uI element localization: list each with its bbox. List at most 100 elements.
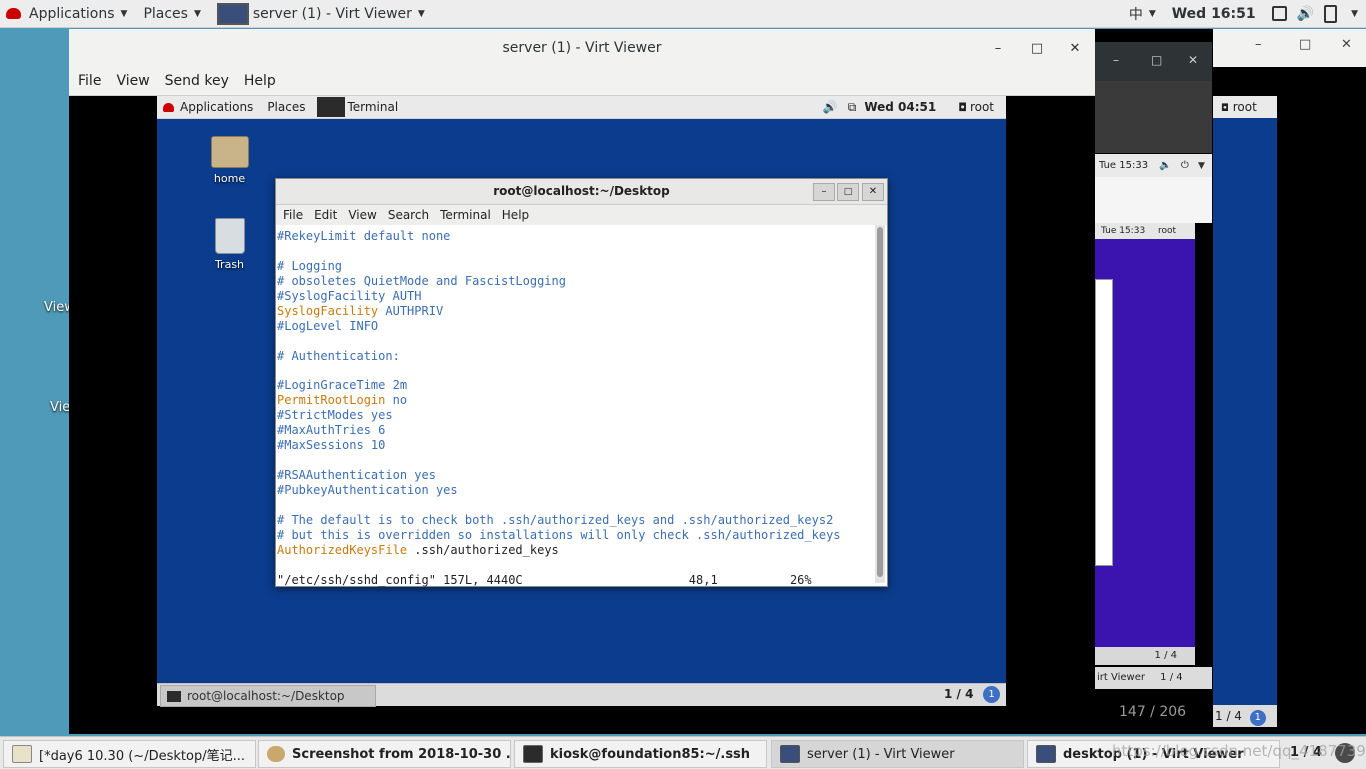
terminal-text-segment: # obsoletes QuietMode and FascistLogging xyxy=(277,273,566,288)
chevron-down-icon: ▼ xyxy=(1148,8,1156,19)
nested-taskbar: irt Viewer 1 / 4 xyxy=(1095,667,1212,689)
guest-workspace-badge[interactable]: 1 xyxy=(983,686,1000,703)
guest-task-label: root@localhost:~/Desktop xyxy=(187,689,345,703)
background-window[interactable]: – □ ✕ – □ ✕ ◘ root Tue 15:33 🔈 ⏻ ▼ Tue 1… xyxy=(1095,29,1366,734)
maximize-icon[interactable]: □ xyxy=(1299,37,1311,52)
terminal-line: # but this is overridden so installation… xyxy=(276,528,874,543)
taskbar-item-notes[interactable]: [*day6 10.30 (~/Desktop/笔记... xyxy=(3,740,256,768)
maximize-icon[interactable]: □ xyxy=(1151,53,1162,67)
maximize-icon[interactable]: □ xyxy=(837,183,859,201)
host-top-bar: Applications ▼ Places ▼ server (1) - Vir… xyxy=(0,0,1366,28)
workspace-badge[interactable]: 1 xyxy=(1249,710,1266,726)
taskbar-item-label: [*day6 10.30 (~/Desktop/笔记... xyxy=(39,748,245,764)
taskbar-item-server-viewer[interactable]: server (1) - Virt Viewer xyxy=(771,740,1024,768)
terminal-menu-search[interactable]: Search xyxy=(388,208,429,222)
guest-places-menu[interactable]: Places xyxy=(267,100,305,114)
terminal-line: # The default is to check both .ssh/auth… xyxy=(276,513,874,528)
menu-file[interactable]: File xyxy=(78,73,101,89)
counter-label: 147 / 206 xyxy=(1119,704,1187,720)
minimize-icon[interactable]: – xyxy=(813,183,835,201)
nested-task-label: irt Viewer xyxy=(1097,672,1145,683)
user-icon: ◘ xyxy=(958,100,967,114)
terminal-line: #LogLevel INFO xyxy=(276,319,874,334)
desktop-icon-label: home xyxy=(213,172,246,185)
battery-icon xyxy=(1324,4,1338,23)
guest-bottom-bar: root@localhost:~/Desktop 1 / 4 1 xyxy=(157,683,1006,707)
window-title: server (1) - Virt Viewer xyxy=(502,40,662,56)
image-viewer-icon xyxy=(267,746,285,762)
terminal-task[interactable]: Terminal xyxy=(317,97,398,117)
guest-user-menu[interactable]: root xyxy=(970,100,994,114)
terminal-text-segment: # The default is to check both .ssh/auth… xyxy=(277,512,834,527)
guest-task-terminal[interactable]: root@localhost:~/Desktop xyxy=(160,685,376,707)
monitor-icon xyxy=(1036,745,1056,763)
terminal-scrollbar[interactable] xyxy=(875,225,885,583)
desktop-icon-home[interactable]: home xyxy=(202,136,257,185)
active-window-label: server (1) - Virt Viewer xyxy=(252,5,412,22)
volume-icon: 🔈 xyxy=(1159,160,1172,171)
terminal-menu-file[interactable]: File xyxy=(283,208,303,222)
input-method-menu[interactable]: 中 ▼ xyxy=(1129,4,1156,24)
terminal-text-segment: #RekeyLimit default none xyxy=(277,229,451,243)
terminal-line: #SyslogFacility AUTH xyxy=(276,289,874,304)
terminal-text-segment: #LoginGraceTime 2m xyxy=(277,378,408,393)
terminal-text-segment: #PubkeyAuthentication yes xyxy=(277,482,458,497)
terminal-content[interactable]: #RekeyLimit default none # Logging # obsol… xyxy=(276,225,874,590)
host-clock[interactable]: Wed 16:51 xyxy=(1172,6,1256,22)
volume-icon[interactable]: 🔊 xyxy=(823,100,838,114)
menu-view[interactable]: View xyxy=(116,73,149,89)
user-label: root xyxy=(1232,100,1257,114)
terminal-icon xyxy=(317,97,346,117)
terminal-titlebar: root@localhost:~/Desktop xyxy=(276,179,887,205)
maximize-icon[interactable]: □ xyxy=(1026,37,1048,59)
guest-screen[interactable]: Applications Places Terminal 🔊 ⧉ Wed 04:… xyxy=(157,96,1006,707)
watermark: https://blog.csdn.net/qq_41877390 xyxy=(1112,742,1366,760)
guest-clock[interactable]: Wed 04:51 xyxy=(864,100,936,114)
host-applications-menu[interactable]: Applications ▼ xyxy=(6,6,127,22)
terminal-line: #RekeyLimit default none xyxy=(276,229,874,244)
terminal-text-segment: "/etc/ssh/sshd_config" 157L, 4440C 48,1 … xyxy=(277,572,812,587)
nested-topbar: Tue 15:33 🔈 ⏻ ▼ xyxy=(1095,154,1212,177)
guest-applications-menu[interactable]: Applications xyxy=(180,100,253,114)
minimize-icon[interactable]: – xyxy=(1255,37,1262,52)
close-icon[interactable]: ✕ xyxy=(1188,53,1198,67)
terminal-title: root@localhost:~/Desktop xyxy=(493,184,670,198)
terminal-window[interactable]: root@localhost:~/Desktop – □ ✕ File Edit… xyxy=(275,178,888,587)
applications-label: Applications xyxy=(29,5,115,22)
terminal-line: #MaxAuthTries 6 xyxy=(276,423,874,438)
taskbar-item-label: server (1) - Virt Viewer xyxy=(807,746,955,762)
desktop-icon-trash[interactable]: Trash xyxy=(202,218,257,271)
taskbar-item-screenshot[interactable]: Screenshot from 2018-10-30 ... xyxy=(258,740,511,768)
guest-workspace-label[interactable]: 1 / 4 xyxy=(944,687,973,701)
close-icon[interactable]: ✕ xyxy=(1341,37,1352,52)
minimize-icon[interactable]: – xyxy=(1113,53,1119,67)
terminal-line: SyslogFacility AUTHPRIV xyxy=(276,304,874,319)
chevron-down-icon: ▼ xyxy=(1351,8,1358,19)
terminal-menu-terminal[interactable]: Terminal xyxy=(440,208,491,222)
window-titlebar: server (1) - Virt Viewer – □ ✕ xyxy=(69,29,1095,68)
trash-icon xyxy=(214,218,245,254)
host-places-menu[interactable]: Places ▼ xyxy=(143,6,200,22)
host-active-window-menu[interactable]: server (1) - Virt Viewer ▼ xyxy=(216,2,425,25)
minimize-icon[interactable]: – xyxy=(987,37,1009,59)
terminal-menu-help[interactable]: Help xyxy=(502,208,529,222)
terminal-text-segment: SyslogFacility xyxy=(277,303,386,318)
taskbar-item-terminal[interactable]: kiosk@foundation85:~/.ssh xyxy=(514,740,767,768)
terminal-text-segment: #MaxSessions 10 xyxy=(277,438,386,453)
network-icon[interactable]: ⧉ xyxy=(848,100,857,115)
terminal-text-segment: #StrictModes yes xyxy=(277,408,393,423)
scrollbar-thumb[interactable] xyxy=(877,227,883,577)
menu-send-key[interactable]: Send key xyxy=(165,73,229,89)
terminal-menu-view[interactable]: View xyxy=(348,208,376,222)
close-icon[interactable]: ✕ xyxy=(862,183,884,201)
close-icon[interactable]: ✕ xyxy=(1064,37,1086,59)
user-icon: ◘ xyxy=(1221,103,1229,114)
system-tray[interactable]: 🔊 ▼ xyxy=(1271,4,1358,23)
terminal-menu-edit[interactable]: Edit xyxy=(314,208,337,222)
menu-help[interactable]: Help xyxy=(244,73,276,89)
